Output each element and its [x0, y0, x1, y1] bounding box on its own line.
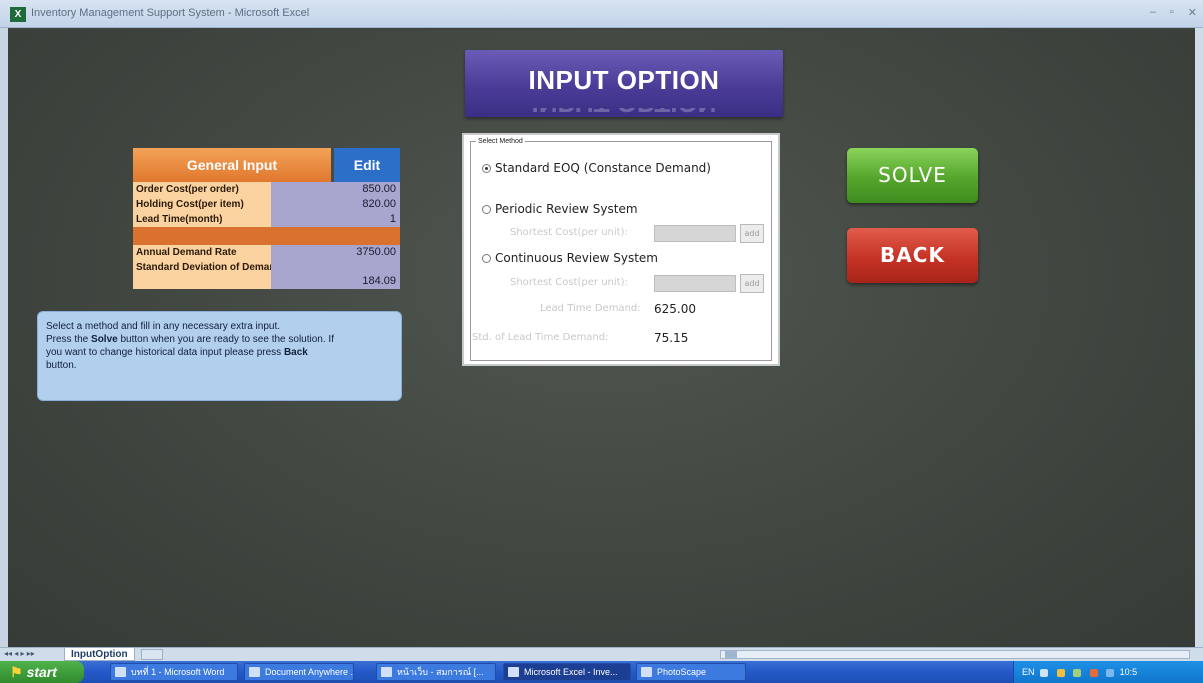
table-row: Lead Time(month) 1: [133, 212, 400, 227]
std-dev-value: 184.09: [271, 260, 400, 289]
instruction-line: button.: [46, 360, 77, 371]
language-indicator[interactable]: EN: [1022, 667, 1035, 677]
instruction-text: you want to change historical data input…: [46, 347, 284, 358]
instruction-line: Select a method and fill in any necessar…: [46, 321, 281, 332]
solve-button[interactable]: SOLVE: [847, 148, 978, 203]
banner-reflection: INPUT OPTION: [465, 108, 783, 118]
taskbar-item-browser[interactable]: หน้าเว็บ - สมการณ์ [...: [376, 663, 496, 681]
radio-selected-icon[interactable]: [482, 163, 491, 173]
document-icon: [249, 667, 260, 677]
tray-icon[interactable]: [1073, 668, 1082, 677]
lead-time-value: 1: [271, 212, 400, 227]
option-periodic-review[interactable]: Periodic Review System: [482, 202, 638, 216]
taskbar: ⚑ start บทที่ 1 - Microsoft Word Document…: [0, 661, 1203, 683]
taskbar-item-label: Microsoft Excel - Inve...: [524, 667, 618, 677]
restore-button[interactable]: ▫: [1170, 6, 1174, 19]
holding-cost-value: 820.00: [271, 197, 400, 212]
taskbar-item-label: บทที่ 1 - Microsoft Word: [131, 667, 225, 677]
tray-icon[interactable]: [1089, 668, 1098, 677]
banner-title: INPUT OPTION: [528, 65, 720, 95]
option-label: Periodic Review System: [495, 202, 638, 216]
table-row: Holding Cost(per item) 820.00: [133, 197, 400, 212]
select-method-legend: Select Method: [476, 138, 525, 145]
taskbar-item-excel[interactable]: Microsoft Excel - Inve...: [503, 663, 631, 681]
continuous-add-button[interactable]: add: [740, 274, 764, 293]
lead-time-demand-value: 625.00: [654, 302, 696, 316]
periodic-add-button[interactable]: add: [740, 224, 764, 243]
general-input-header: General Input: [133, 148, 331, 182]
instruction-bold: Back: [283, 347, 308, 358]
word-icon: [115, 667, 126, 677]
radio-icon[interactable]: [482, 253, 491, 263]
tray-icon[interactable]: [1056, 668, 1065, 677]
scrollbar-thumb[interactable]: [725, 651, 737, 658]
taskbar-item-document-anywhere[interactable]: Document Anywhere ...: [244, 663, 354, 681]
photoscape-icon: [641, 667, 652, 677]
tab-input-option[interactable]: InputOption: [64, 648, 135, 661]
excel-icon: X: [10, 7, 26, 22]
option-label: Continuous Review System: [495, 251, 658, 265]
holding-cost-label: Holding Cost(per item): [133, 197, 271, 212]
table-row: Standard Deviation of Demand 184.09: [133, 260, 400, 289]
periodic-shortest-cost-label: Shortest Cost(per unit):: [510, 227, 628, 238]
continuous-shortest-cost-input[interactable]: [654, 275, 736, 292]
input-option-banner: INPUT OPTION INPUT OPTION: [465, 50, 783, 118]
edit-button[interactable]: Edit: [334, 148, 400, 182]
vertical-scrollbar[interactable]: [1195, 28, 1203, 650]
table-divider: [133, 227, 400, 245]
option-standard-eoq[interactable]: Standard EOQ (Constance Demand): [482, 161, 711, 175]
clock[interactable]: 10:5: [1120, 667, 1138, 677]
close-button[interactable]: ✕: [1188, 6, 1197, 19]
instruction-text: button when you are ready to see the sol…: [117, 334, 334, 345]
taskbar-item-label: หน้าเว็บ - สมการณ์ [...: [397, 667, 484, 677]
sheet-tab-bar: ◂◂ ◂ ▸ ▸▸ InputOption: [0, 647, 1203, 661]
instruction-line: Press the Solve button when you are read…: [46, 333, 393, 346]
start-button[interactable]: ⚑ start: [0, 661, 84, 683]
annual-demand-value: 3750.00: [271, 245, 400, 260]
order-cost-value: 850.00: [271, 182, 400, 197]
sheet-nav-arrows-icon[interactable]: ◂◂ ◂ ▸ ▸▸: [4, 649, 35, 658]
browser-icon: [381, 667, 392, 677]
std-lead-time-demand-label: Std. of Lead Time Demand:: [472, 332, 609, 343]
instruction-text: Press the: [46, 334, 92, 345]
tray-icon[interactable]: [1040, 668, 1049, 677]
taskbar-item-label: PhotoScape: [657, 667, 707, 677]
start-label: start: [26, 664, 57, 680]
select-method-panel: Select Method Standard EOQ (Constance De…: [462, 133, 780, 366]
minimize-button[interactable]: –: [1150, 6, 1156, 19]
taskbar-item-word[interactable]: บทที่ 1 - Microsoft Word: [110, 663, 238, 681]
window-controls: – ▫ ✕: [1150, 6, 1197, 19]
taskbar-item-photoscape[interactable]: PhotoScape: [636, 663, 746, 681]
windows-logo-icon: ⚑: [10, 664, 23, 680]
table-row: Annual Demand Rate 3750.00: [133, 245, 400, 260]
system-tray: EN 10:5: [1013, 661, 1203, 683]
annual-demand-label: Annual Demand Rate: [133, 245, 271, 260]
continuous-shortest-cost-label: Shortest Cost(per unit):: [510, 277, 628, 288]
general-input-table: General Input Edit Order Cost(per order)…: [133, 148, 400, 289]
option-label: Standard EOQ (Constance Demand): [495, 161, 711, 175]
back-button[interactable]: BACK: [847, 228, 978, 283]
std-dev-label: Standard Deviation of Demand: [133, 260, 282, 289]
window-title: Inventory Management Support System - Mi…: [31, 7, 310, 19]
instruction-box: Select a method and fill in any necessar…: [37, 311, 402, 401]
periodic-shortest-cost-input[interactable]: [654, 225, 736, 242]
taskbar-item-label: Document Anywhere ...: [265, 667, 354, 677]
instruction-line: you want to change historical data input…: [46, 346, 393, 359]
radio-icon[interactable]: [482, 204, 491, 214]
excel-icon: [508, 667, 519, 677]
new-sheet-icon[interactable]: [141, 649, 163, 660]
table-row: Order Cost(per order) 850.00: [133, 182, 400, 197]
std-lead-time-demand-value: 75.15: [654, 331, 689, 345]
horizontal-scrollbar[interactable]: [720, 650, 1190, 659]
lead-time-demand-label: Lead Time Demand:: [540, 303, 641, 314]
tray-icon[interactable]: [1106, 668, 1115, 677]
title-bar: X Inventory Management Support System - …: [0, 0, 1203, 28]
lead-time-label: Lead Time(month): [133, 212, 271, 227]
option-continuous-review[interactable]: Continuous Review System: [482, 251, 658, 265]
order-cost-label: Order Cost(per order): [133, 182, 271, 197]
left-border: [0, 28, 8, 650]
instruction-bold: Solve: [91, 334, 118, 345]
